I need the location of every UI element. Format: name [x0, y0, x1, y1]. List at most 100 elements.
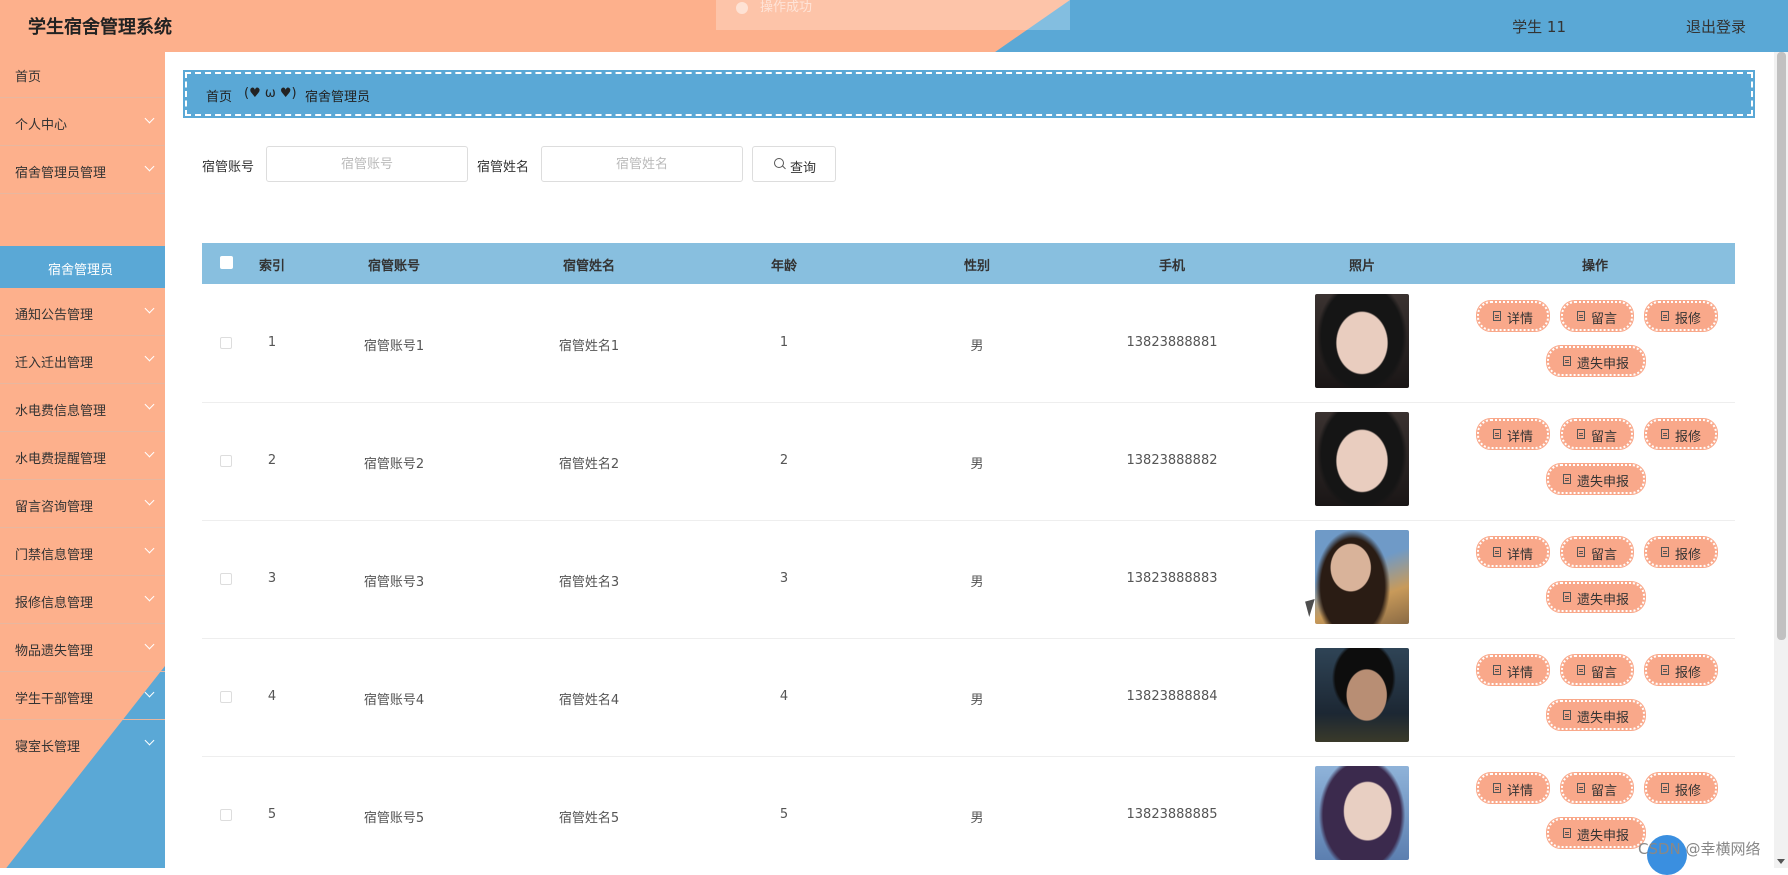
column-header-age: 年龄: [770, 259, 798, 274]
sidebar-item-personal-center[interactable]: 个人中心: [0, 100, 165, 146]
sidebar-item-repair-info[interactable]: 报修信息管理: [0, 578, 165, 624]
row-checkbox[interactable]: [220, 455, 232, 467]
logout-link[interactable]: 退出登录: [1686, 16, 1746, 37]
document-icon: [1563, 474, 1571, 484]
detail-button[interactable]: 详情: [1476, 654, 1550, 686]
cell-gender: 男: [970, 811, 984, 826]
detail-button[interactable]: 详情: [1476, 418, 1550, 450]
breadcrumb: 首页 (♥ ω ♥) 宿舍管理员: [183, 70, 1755, 118]
detail-button[interactable]: 详情: [1476, 772, 1550, 804]
cell-index: 3: [267, 571, 277, 586]
sidebar-item-label: 迁入迁出管理: [15, 356, 94, 371]
name-search-input[interactable]: [541, 146, 743, 182]
repair-button-label: 报修: [1675, 784, 1702, 799]
submenu-item-dorm-admin[interactable]: 宿舍管理员: [0, 246, 165, 288]
cell-age: 1: [779, 335, 789, 350]
document-icon: [1577, 311, 1585, 321]
account-search-input[interactable]: [266, 146, 468, 182]
lost-report-button[interactable]: 遗失申报: [1546, 817, 1646, 849]
sidebar-item-move-management[interactable]: 迁入迁出管理: [0, 338, 165, 384]
sidebar-item-lost-items[interactable]: 物品遗失管理: [0, 626, 165, 672]
document-icon: [1493, 547, 1501, 557]
repair-button[interactable]: 报修: [1644, 772, 1718, 804]
sidebar-item-access-control[interactable]: 门禁信息管理: [0, 530, 165, 576]
cell-account: 宿管账号1: [363, 339, 425, 354]
column-header-photo: 照片: [1348, 259, 1376, 274]
repair-button-label: 报修: [1675, 312, 1702, 327]
lost-report-button[interactable]: 遗失申报: [1546, 699, 1646, 731]
lost-report-button-label: 遗失申报: [1577, 593, 1630, 608]
detail-button-label: 详情: [1507, 784, 1534, 799]
check-circle-icon: [736, 2, 748, 14]
chevron-down-icon: [144, 303, 155, 314]
page-scrollbar[interactable]: [1774, 52, 1788, 868]
lost-report-button[interactable]: 遗失申报: [1546, 581, 1646, 613]
sidebar-item-utility-fee-info[interactable]: 水电费信息管理: [0, 386, 165, 432]
message-button[interactable]: 留言: [1560, 536, 1634, 568]
repair-button[interactable]: 报修: [1644, 536, 1718, 568]
document-icon: [1661, 783, 1669, 793]
chevron-down-icon: [144, 399, 155, 410]
sidebar-item-label: 水电费信息管理: [15, 404, 107, 419]
lost-report-button[interactable]: 遗失申报: [1546, 463, 1646, 495]
lost-report-button[interactable]: 遗失申报: [1546, 345, 1646, 377]
document-icon: [1661, 429, 1669, 439]
sidebar-item-home[interactable]: 首页: [0, 52, 165, 98]
query-button[interactable]: 查询: [752, 146, 836, 182]
cell-name: 宿管姓名1: [558, 339, 620, 354]
scrollbar-thumb[interactable]: [1777, 52, 1786, 640]
repair-button[interactable]: 报修: [1644, 654, 1718, 686]
chevron-down-icon: [144, 447, 155, 458]
detail-button[interactable]: 详情: [1476, 536, 1550, 568]
repair-button-label: 报修: [1675, 666, 1702, 681]
sidebar-item-utility-fee-reminder[interactable]: 水电费提醒管理: [0, 434, 165, 480]
current-user[interactable]: 学生 11: [1512, 16, 1566, 37]
breadcrumb-current: 宿舍管理员: [305, 90, 371, 105]
cell-index: 5: [267, 807, 277, 822]
query-button-label: 查询: [790, 161, 817, 176]
cell-gender: 男: [970, 575, 984, 590]
repair-button-label: 报修: [1675, 430, 1702, 445]
sidebar-item-student-cadre[interactable]: 学生干部管理: [0, 674, 165, 720]
repair-button[interactable]: 报修: [1644, 418, 1718, 450]
staff-photo[interactable]: [1315, 294, 1409, 388]
message-button-label: 留言: [1591, 784, 1618, 799]
sidebar-item-dorm-admin-management[interactable]: 宿舍管理员管理: [0, 148, 165, 194]
cell-account: 宿管账号3: [363, 575, 425, 590]
sidebar-item-message-consult[interactable]: 留言咨询管理: [0, 482, 165, 528]
row-checkbox[interactable]: [220, 691, 232, 703]
lost-report-button-label: 遗失申报: [1577, 829, 1630, 844]
column-header-account: 宿管账号: [367, 259, 421, 274]
cell-age: 4: [779, 689, 789, 704]
message-button[interactable]: 留言: [1560, 418, 1634, 450]
column-header-phone: 手机: [1158, 259, 1186, 274]
breadcrumb-home[interactable]: 首页: [206, 86, 232, 105]
staff-photo[interactable]: [1315, 412, 1409, 506]
message-button[interactable]: 留言: [1560, 300, 1634, 332]
select-all-checkbox[interactable]: [220, 256, 233, 269]
column-header-gender: 性别: [963, 259, 991, 274]
message-button[interactable]: 留言: [1560, 654, 1634, 686]
row-checkbox[interactable]: [220, 573, 232, 585]
repair-button[interactable]: 报修: [1644, 300, 1718, 332]
document-icon: [1493, 429, 1501, 439]
cell-account: 宿管账号5: [363, 811, 425, 826]
breadcrumb-separator: (♥ ω ♥): [244, 86, 297, 101]
table-row: 4 宿管账号4 宿管姓名4 4 男 13823888884 详情 留言 报修 遗…: [202, 638, 1735, 757]
scroll-down-arrow-icon[interactable]: [1777, 859, 1785, 864]
detail-button[interactable]: 详情: [1476, 300, 1550, 332]
row-checkbox[interactable]: [220, 337, 232, 349]
sidebar-item-room-leader[interactable]: 寝室长管理: [0, 722, 165, 768]
cell-name: 宿管姓名4: [558, 693, 620, 708]
repair-button-label: 报修: [1675, 548, 1702, 563]
cell-age: 3: [779, 571, 789, 586]
cell-gender: 男: [970, 339, 984, 354]
sidebar-item-notice-management[interactable]: 通知公告管理: [0, 290, 165, 336]
table-header: 索引 宿管账号 宿管姓名 年龄 性别 手机 照片 操作: [202, 243, 1735, 284]
row-checkbox[interactable]: [220, 809, 232, 821]
sidebar-item-label: 门禁信息管理: [15, 548, 94, 563]
staff-photo[interactable]: [1315, 530, 1409, 624]
staff-photo[interactable]: [1315, 648, 1409, 742]
staff-photo[interactable]: [1315, 766, 1409, 860]
message-button[interactable]: 留言: [1560, 772, 1634, 804]
